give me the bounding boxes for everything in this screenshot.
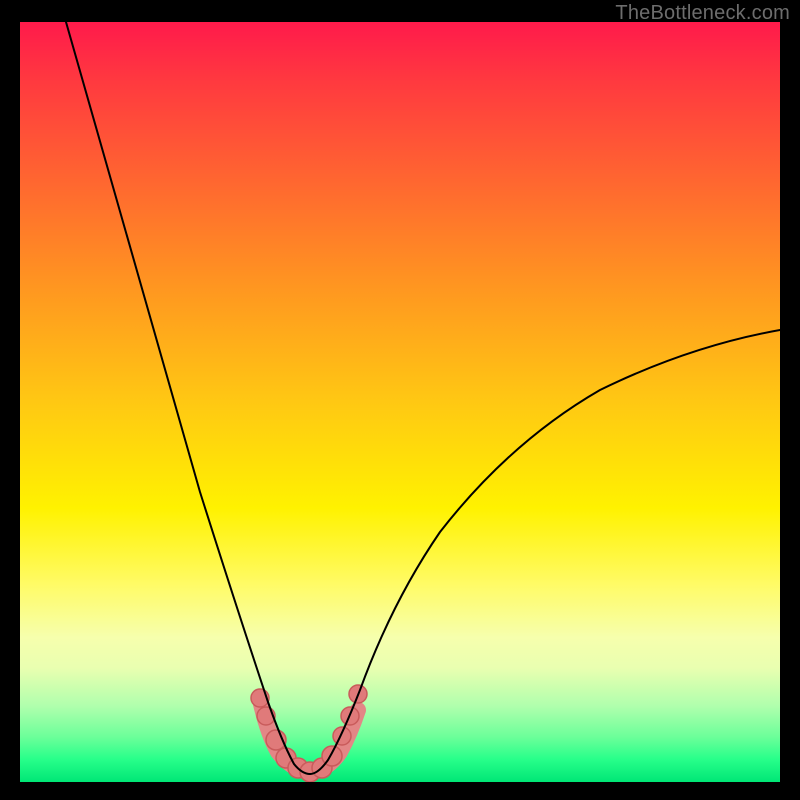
- chart-plot-area: [20, 22, 780, 782]
- curve-left-branch: [66, 22, 310, 774]
- watermark-text: TheBottleneck.com: [615, 2, 790, 25]
- curve-svg: [20, 22, 780, 782]
- curve-right-branch: [310, 330, 780, 774]
- highlight-dots: [251, 685, 367, 782]
- dot: [333, 727, 351, 745]
